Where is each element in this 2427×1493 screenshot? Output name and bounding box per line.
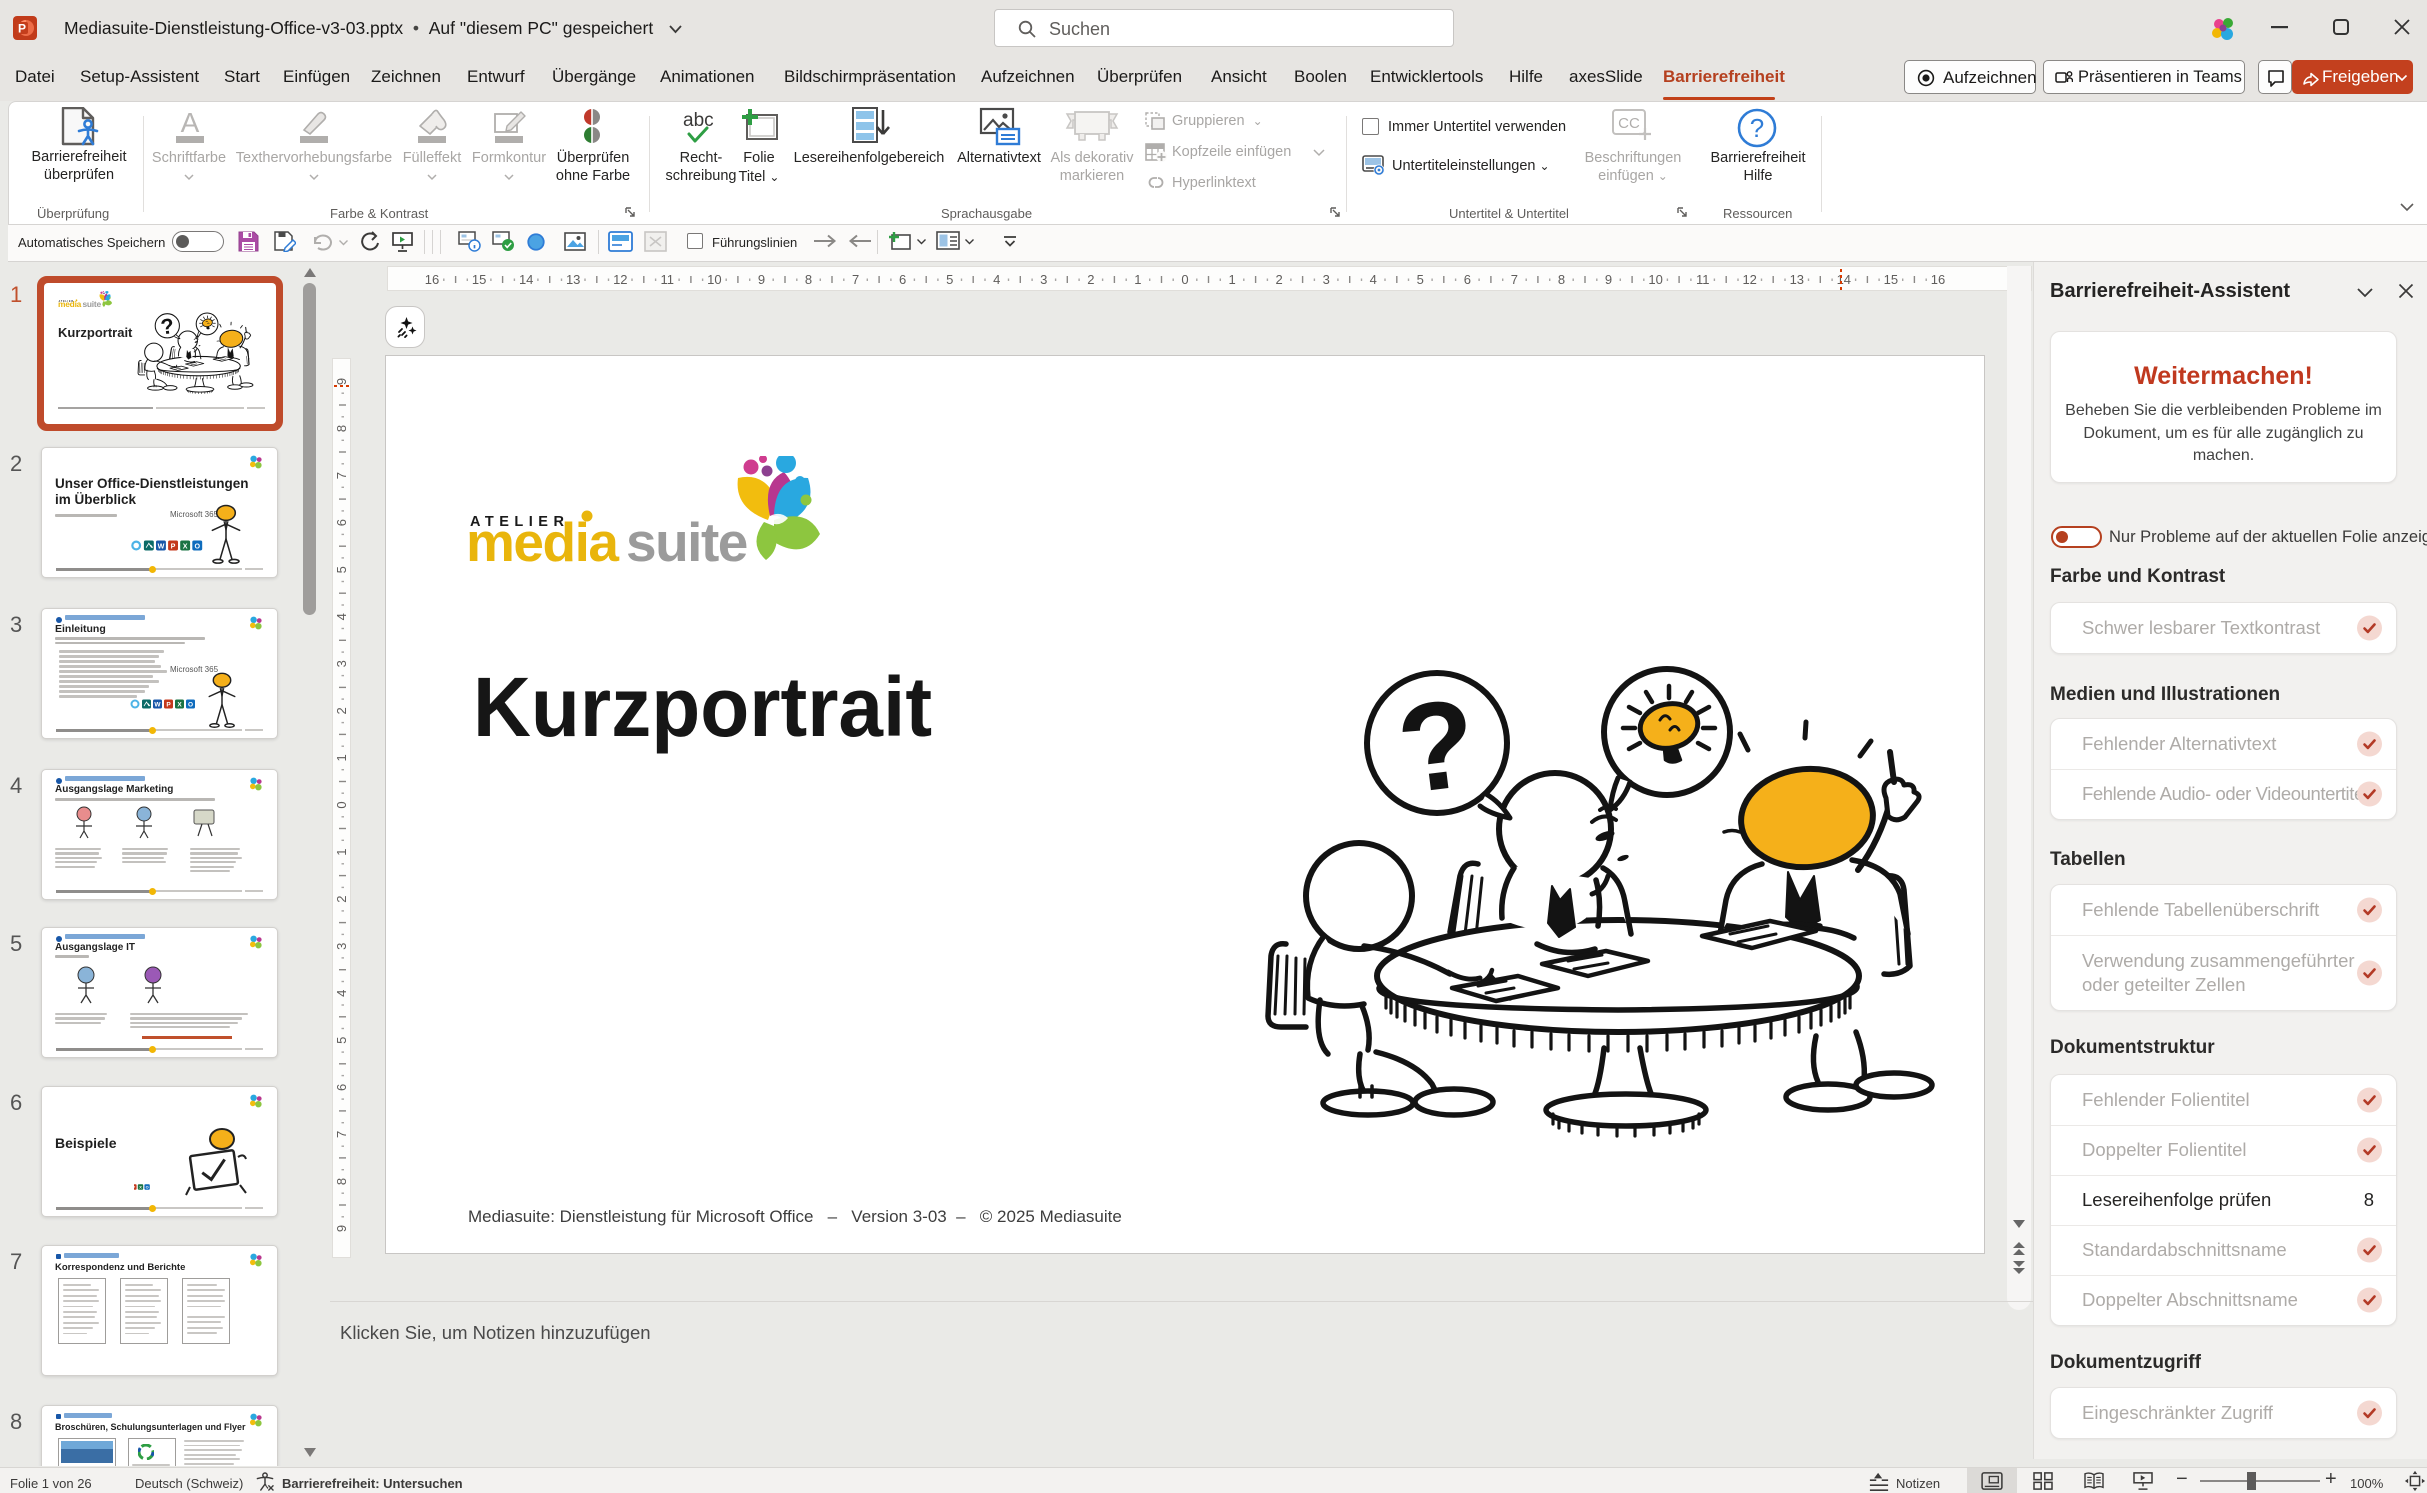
svg-text:6: 6 xyxy=(1464,272,1471,287)
svg-text:5: 5 xyxy=(1417,272,1424,287)
svg-text:4: 4 xyxy=(334,990,349,997)
svg-text:16: 16 xyxy=(1931,272,1945,287)
svg-text:7: 7 xyxy=(852,272,859,287)
svg-text:9: 9 xyxy=(334,378,349,385)
svg-text:4: 4 xyxy=(334,613,349,620)
svg-text:13: 13 xyxy=(566,272,580,287)
svg-text:8: 8 xyxy=(334,425,349,432)
svg-text:0: 0 xyxy=(334,801,349,808)
svg-text:15: 15 xyxy=(472,272,486,287)
svg-text:4: 4 xyxy=(993,272,1000,287)
svg-text:13: 13 xyxy=(1790,272,1804,287)
svg-text:3: 3 xyxy=(334,660,349,667)
svg-text:3: 3 xyxy=(1040,272,1047,287)
svg-text:9: 9 xyxy=(1605,272,1612,287)
svg-text:10: 10 xyxy=(707,272,721,287)
svg-text:8: 8 xyxy=(1558,272,1565,287)
svg-text:1: 1 xyxy=(1134,272,1141,287)
svg-text:9: 9 xyxy=(758,272,765,287)
svg-text:7: 7 xyxy=(334,1131,349,1138)
svg-text:1: 1 xyxy=(334,754,349,761)
svg-text:11: 11 xyxy=(661,272,675,287)
svg-text:2: 2 xyxy=(334,707,349,714)
svg-text:6: 6 xyxy=(334,1084,349,1091)
svg-text:3: 3 xyxy=(334,943,349,950)
svg-text:5: 5 xyxy=(334,1037,349,1044)
svg-text:10: 10 xyxy=(1648,272,1662,287)
svg-text:4: 4 xyxy=(1370,272,1377,287)
svg-text:12: 12 xyxy=(613,272,627,287)
svg-text:8: 8 xyxy=(805,272,812,287)
svg-text:3: 3 xyxy=(1323,272,1330,287)
svg-text:5: 5 xyxy=(334,566,349,573)
svg-text:5: 5 xyxy=(946,272,953,287)
svg-text:7: 7 xyxy=(1511,272,1518,287)
svg-text:6: 6 xyxy=(899,272,906,287)
svg-text:12: 12 xyxy=(1742,272,1756,287)
svg-text:11: 11 xyxy=(1696,272,1710,287)
svg-text:1: 1 xyxy=(1228,272,1235,287)
svg-text:14: 14 xyxy=(519,272,533,287)
svg-text:6: 6 xyxy=(334,519,349,526)
svg-text:9: 9 xyxy=(334,1225,349,1232)
svg-text:14: 14 xyxy=(1837,272,1851,287)
svg-text:2: 2 xyxy=(334,895,349,902)
svg-text:1: 1 xyxy=(334,848,349,855)
svg-text:8: 8 xyxy=(334,1178,349,1185)
svg-text:0: 0 xyxy=(1181,272,1188,287)
svg-text:16: 16 xyxy=(425,272,439,287)
svg-text:7: 7 xyxy=(334,472,349,479)
svg-text:2: 2 xyxy=(1275,272,1282,287)
svg-text:2: 2 xyxy=(1087,272,1094,287)
svg-text:15: 15 xyxy=(1884,272,1898,287)
